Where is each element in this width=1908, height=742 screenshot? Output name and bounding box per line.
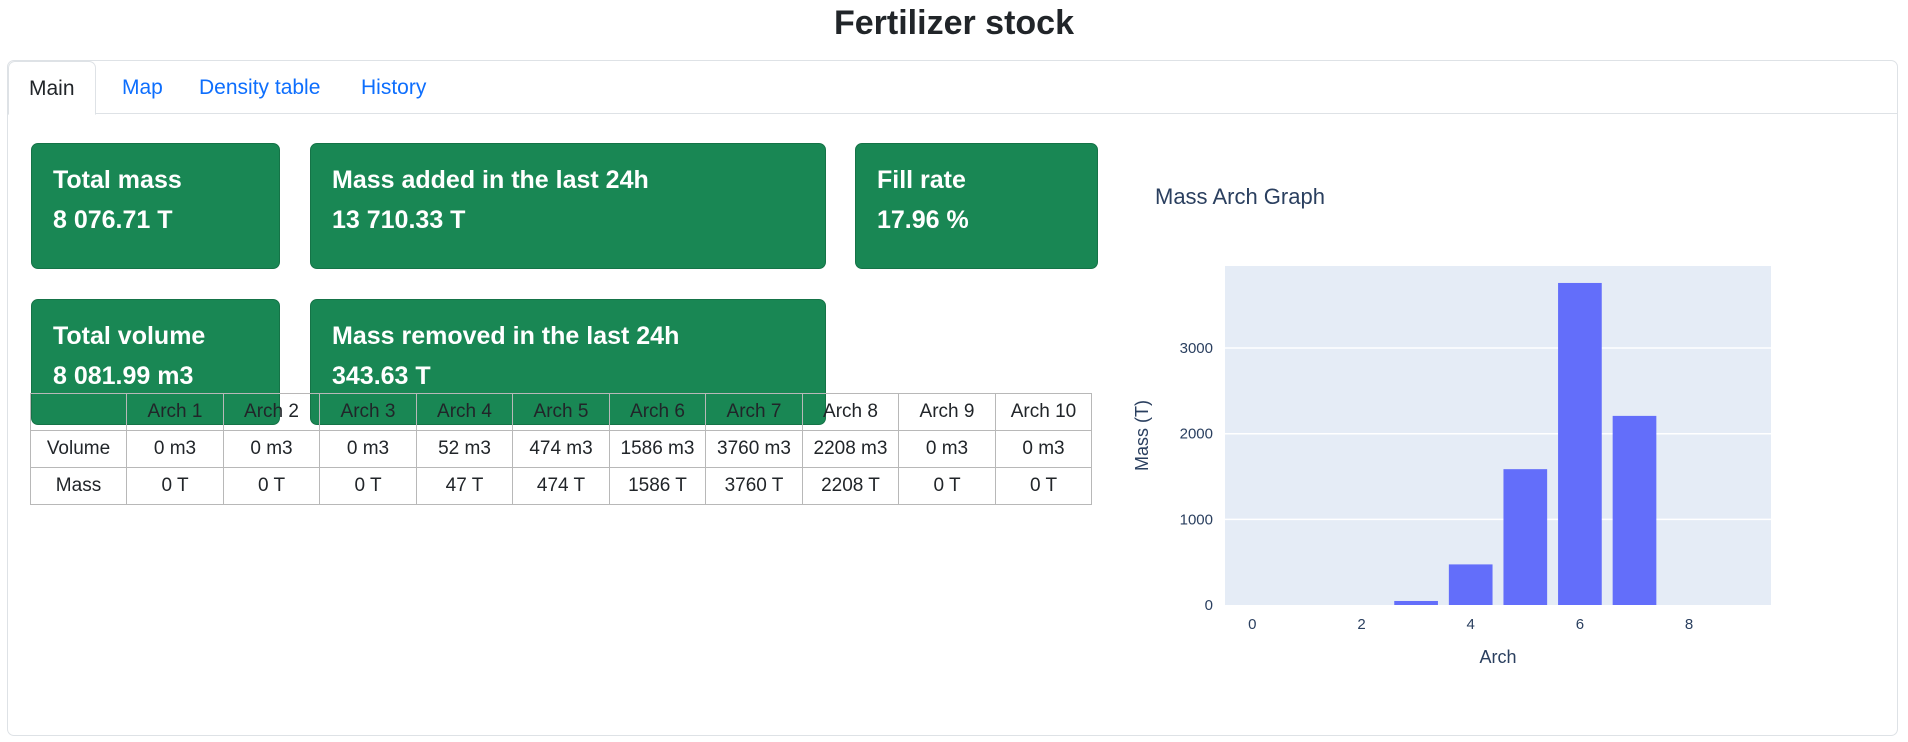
table-cell: 3760 T: [705, 467, 803, 505]
table-cell: 47 T: [416, 467, 513, 505]
card-total-mass: Total mass 8 076.71 T: [31, 143, 280, 269]
table-cell: 474 m3: [512, 430, 610, 468]
bar: [1448, 564, 1493, 605]
table-cell: 1586 m3: [609, 430, 706, 468]
table-cell: 52 m3: [416, 430, 513, 468]
card-title: Mass added in the last 24h: [332, 166, 649, 194]
table-cell: 0 T: [319, 467, 417, 505]
x-axis-label: Arch: [1479, 647, 1516, 667]
table-cell: 2208 m3: [802, 430, 899, 468]
table-header-cell: Arch 8: [802, 393, 899, 431]
tab-main[interactable]: Main: [8, 61, 96, 115]
table-header-cell: Arch 2: [223, 393, 320, 431]
table-cell: 3760 m3: [705, 430, 803, 468]
table-cell: 0 m3: [319, 430, 417, 468]
table-row-label: Mass: [30, 467, 127, 505]
tab-density-table[interactable]: Density table: [179, 61, 340, 115]
table-header-cell: Arch 4: [416, 393, 513, 431]
table-header-cell: [30, 393, 127, 431]
table-row-volume: Volume 0 m3 0 m3 0 m3 52 m3 474 m3 1586 …: [30, 430, 1092, 468]
table-row-label: Volume: [30, 430, 127, 468]
y-tick-label: 3000: [1180, 340, 1213, 357]
card-value: 13 710.33 T: [332, 206, 466, 234]
page-title: Fertilizer stock: [834, 4, 1074, 42]
bar: [1612, 415, 1657, 605]
table-cell: 1586 T: [609, 467, 706, 505]
card-value: 8 081.99 m3: [53, 362, 194, 390]
table-header-cell: Arch 7: [705, 393, 803, 431]
card-title: Mass removed in the last 24h: [332, 322, 680, 350]
mass-arch-chart: 0 1000 2000 3000 0 2 4 6 8 Arch Mass (T): [1132, 266, 1771, 667]
card-title: Total mass: [53, 166, 182, 194]
arch-table: Arch 1 Arch 2 Arch 3 Arch 4 Arch 5 Arch …: [30, 393, 1092, 505]
table-header-cell: Arch 5: [512, 393, 610, 431]
card-fill-rate: Fill rate 17.96 %: [855, 143, 1098, 269]
table-header-cell: Arch 3: [319, 393, 417, 431]
table-cell: 0 T: [126, 467, 224, 505]
tab-history[interactable]: History: [341, 61, 446, 115]
table-header-cell: Arch 9: [898, 393, 996, 431]
table-row-mass: Mass 0 T 0 T 0 T 47 T 474 T 1586 T 3760 …: [30, 467, 1092, 505]
table-header-cell: Arch 10: [995, 393, 1092, 431]
y-tick-label: 1000: [1180, 511, 1213, 528]
chart-title: Mass Arch Graph: [1155, 184, 1325, 209]
plot-area: [1225, 266, 1771, 605]
tab-bar: Main Map Density table History: [8, 61, 1897, 115]
y-tick-label: 2000: [1180, 426, 1213, 443]
table-cell: 2208 T: [802, 467, 899, 505]
table-cell: 474 T: [512, 467, 610, 505]
x-tick-label: 6: [1576, 616, 1584, 633]
y-tick-label: 0: [1205, 597, 1213, 614]
card-title: Total volume: [53, 322, 206, 350]
table-cell: 0 T: [995, 467, 1092, 505]
table-cell: 0 m3: [126, 430, 224, 468]
bar: [1394, 600, 1438, 605]
bar: [1558, 282, 1602, 605]
card-value: 17.96 %: [877, 206, 969, 234]
card-mass-added: Mass added in the last 24h 13 710.33 T: [310, 143, 826, 269]
y-axis-label: Mass (T): [1132, 400, 1152, 471]
x-tick-label: 8: [1685, 616, 1693, 633]
table-cell: 0 m3: [898, 430, 996, 468]
x-tick-label: 0: [1248, 616, 1256, 633]
table-header-cell: Arch 6: [609, 393, 706, 431]
table-cell: 0 m3: [223, 430, 320, 468]
table-header-cell: Arch 1: [126, 393, 224, 431]
x-tick-label: 2: [1357, 616, 1365, 633]
bar: [1503, 469, 1548, 605]
table-cell: 0 T: [223, 467, 320, 505]
tab-map[interactable]: Map: [102, 61, 183, 115]
card-value: 8 076.71 T: [53, 206, 173, 234]
table-cell: 0 T: [898, 467, 996, 505]
table-header-row: Arch 1 Arch 2 Arch 3 Arch 4 Arch 5 Arch …: [30, 393, 1092, 431]
card-value: 343.63 T: [332, 362, 431, 390]
table-cell: 0 m3: [995, 430, 1092, 468]
x-tick-label: 4: [1467, 616, 1475, 633]
card-title: Fill rate: [877, 166, 966, 194]
